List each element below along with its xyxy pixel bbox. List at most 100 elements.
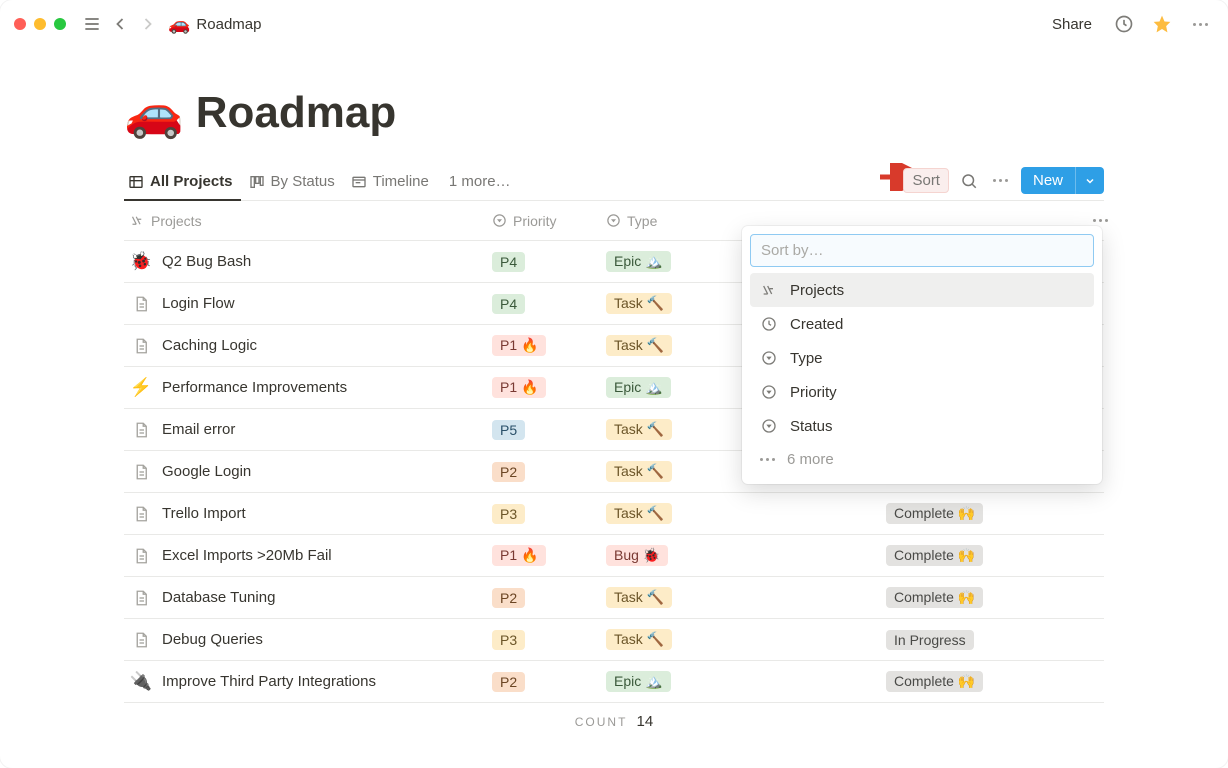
sort-option-label: Projects — [790, 282, 844, 299]
count-row: COUNT 14 — [124, 703, 1104, 740]
tab-label: By Status — [271, 173, 335, 190]
row-title: Improve Third Party Integrations — [162, 673, 376, 690]
new-button[interactable]: New — [1021, 167, 1104, 194]
timeline-icon — [351, 174, 367, 190]
tab-timeline[interactable]: Timeline — [347, 165, 437, 200]
minimize-window[interactable] — [34, 18, 46, 30]
sort-option[interactable]: Projects — [750, 273, 1094, 307]
row-emoji: 🐞 — [130, 251, 152, 272]
priority-tag[interactable]: P4 — [492, 252, 525, 272]
row-title: Q2 Bug Bash — [162, 253, 251, 270]
priority-tag[interactable]: P2 — [492, 462, 525, 482]
menu-button[interactable] — [78, 10, 106, 38]
priority-tag[interactable]: P4 — [492, 294, 525, 314]
row-title: Performance Improvements — [162, 379, 347, 396]
breadcrumb[interactable]: 🚗 Roadmap — [168, 14, 261, 35]
priority-tag[interactable]: P1 🔥 — [492, 545, 546, 566]
sort-option[interactable]: Type — [750, 341, 1094, 375]
type-tag[interactable]: Task 🔨 — [606, 587, 672, 608]
priority-tag[interactable]: P3 — [492, 630, 525, 650]
type-tag[interactable]: Task 🔨 — [606, 461, 672, 482]
status-tag[interactable]: Complete 🙌 — [886, 503, 983, 524]
favorite-button[interactable] — [1148, 10, 1176, 38]
col-header-type[interactable]: Type — [606, 213, 732, 229]
page-icon — [130, 463, 152, 481]
row-title: Excel Imports >20Mb Fail — [162, 547, 332, 564]
share-button[interactable]: Share — [1044, 12, 1100, 37]
new-button-label: New — [1021, 167, 1075, 194]
row-title: Google Login — [162, 463, 251, 480]
tab-all-projects[interactable]: All Projects — [124, 165, 241, 200]
tab-label: Timeline — [373, 173, 429, 190]
search-button[interactable] — [957, 169, 981, 193]
row-title: Email error — [162, 421, 235, 438]
priority-tag[interactable]: P5 — [492, 420, 525, 440]
tab-by-status[interactable]: By Status — [245, 165, 343, 200]
sort-more[interactable]: 6 more — [750, 443, 1094, 476]
priority-tag[interactable]: P2 — [492, 672, 525, 692]
type-tag[interactable]: Task 🔨 — [606, 503, 672, 524]
col-header-label: Type — [627, 213, 657, 229]
table-row[interactable]: Trello ImportP3Task 🔨Complete 🙌 — [124, 493, 1104, 535]
status-tag[interactable]: Complete 🙌 — [886, 587, 983, 608]
table-row[interactable]: Debug QueriesP3Task 🔨In Progress — [124, 619, 1104, 661]
sort-option[interactable]: Created — [750, 307, 1094, 341]
type-tag[interactable]: Epic 🏔️ — [606, 671, 671, 692]
type-tag[interactable]: Task 🔨 — [606, 419, 672, 440]
dots-icon — [1193, 23, 1208, 26]
col-header-label: Priority — [513, 213, 557, 229]
status-tag[interactable]: Complete 🙌 — [886, 545, 983, 566]
table-row[interactable]: 🔌Improve Third Party IntegrationsP2Epic … — [124, 661, 1104, 703]
priority-tag[interactable]: P3 — [492, 504, 525, 524]
view-options-button[interactable] — [989, 169, 1013, 193]
priority-tag[interactable]: P2 — [492, 588, 525, 608]
page-emoji[interactable]: 🚗 — [124, 84, 184, 141]
maximize-window[interactable] — [54, 18, 66, 30]
select-icon — [760, 383, 778, 401]
sort-option-label: Priority — [790, 384, 837, 401]
col-header-priority[interactable]: Priority — [480, 213, 606, 229]
priority-tag[interactable]: P1 🔥 — [492, 377, 546, 398]
sort-search-input[interactable] — [750, 234, 1094, 267]
select-icon — [760, 349, 778, 367]
more-button[interactable] — [1186, 10, 1214, 38]
forward-button[interactable] — [134, 10, 162, 38]
page-icon — [130, 631, 152, 649]
table-row[interactable]: Database TuningP2Task 🔨Complete 🙌 — [124, 577, 1104, 619]
type-tag[interactable]: Epic 🏔️ — [606, 251, 671, 272]
row-emoji: ⚡ — [130, 377, 152, 398]
updates-button[interactable] — [1110, 10, 1138, 38]
col-header-projects[interactable]: Projects — [124, 213, 480, 229]
type-tag[interactable]: Task 🔨 — [606, 335, 672, 356]
dots-icon — [760, 458, 775, 461]
board-icon — [249, 174, 265, 190]
table-icon — [128, 174, 144, 190]
breadcrumb-emoji: 🚗 — [168, 14, 190, 35]
type-tag[interactable]: Task 🔨 — [606, 293, 672, 314]
back-button[interactable] — [106, 10, 134, 38]
close-window[interactable] — [14, 18, 26, 30]
select-icon — [492, 213, 507, 228]
status-tag[interactable]: In Progress — [886, 630, 974, 650]
more-views[interactable]: 1 more… — [441, 165, 519, 200]
sort-button[interactable]: Sort — [903, 168, 949, 193]
type-tag[interactable]: Bug 🐞 — [606, 545, 668, 566]
select-icon — [760, 417, 778, 435]
window-controls — [14, 18, 66, 30]
row-title: Login Flow — [162, 295, 235, 312]
sort-option[interactable]: Priority — [750, 375, 1094, 409]
topbar: 🚗 Roadmap Share — [0, 0, 1228, 48]
count-label: COUNT — [575, 715, 627, 729]
page-icon — [130, 337, 152, 355]
priority-tag[interactable]: P1 🔥 — [492, 335, 546, 356]
table-row[interactable]: Excel Imports >20Mb Fail P1 🔥 Bug 🐞 Complet… — [124, 535, 1104, 577]
type-tag[interactable]: Epic 🏔️ — [606, 377, 671, 398]
sort-option[interactable]: Status — [750, 409, 1094, 443]
page-title-text[interactable]: Roadmap — [196, 88, 396, 138]
type-tag[interactable]: Task 🔨 — [606, 629, 672, 650]
col-header-label: Projects — [151, 213, 202, 229]
status-tag[interactable]: Complete 🙌 — [886, 671, 983, 692]
clock-icon — [760, 315, 778, 333]
breadcrumb-title: Roadmap — [196, 16, 261, 33]
new-button-caret[interactable] — [1075, 167, 1104, 194]
